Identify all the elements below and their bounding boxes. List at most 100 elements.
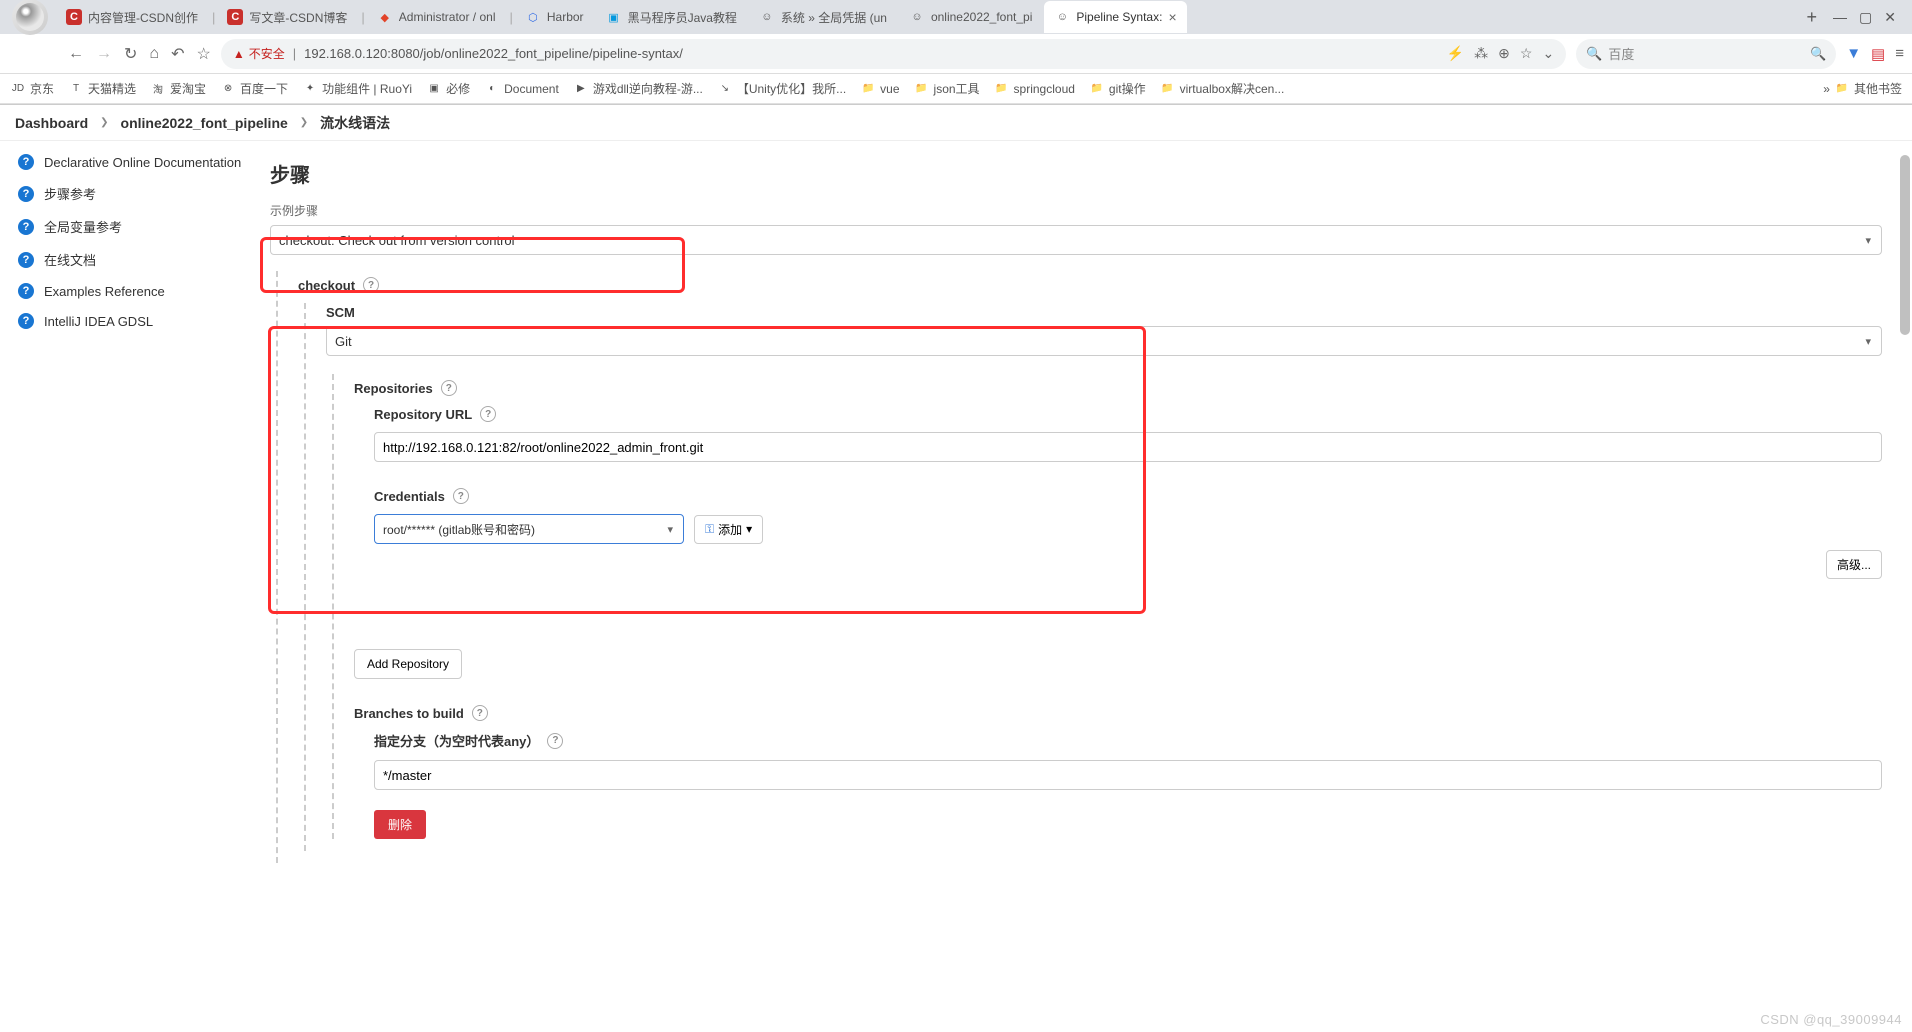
- sidebar-item-steps-ref[interactable]: ?步骤参考: [0, 177, 260, 210]
- browser-download-icon[interactable]: ▼: [1846, 45, 1861, 62]
- browser-tab[interactable]: ☺Pipeline Syntax:×: [1044, 1, 1186, 33]
- browser-tab[interactable]: C内容管理-CSDN创作: [56, 1, 208, 33]
- add-repository-button[interactable]: Add Repository: [354, 649, 462, 679]
- bookmark-item[interactable]: 淘爱淘宝: [150, 80, 206, 97]
- sidebar-item-global-vars[interactable]: ?全局变量参考: [0, 210, 260, 243]
- bookmark-item[interactable]: 📁springcloud: [994, 81, 1075, 97]
- bookmark-favicon: ▣: [426, 81, 442, 97]
- tab-close-icon[interactable]: ×: [1168, 9, 1176, 25]
- repo-url-input[interactable]: [374, 432, 1882, 462]
- address-separator: |: [293, 46, 296, 61]
- bookmarks-overflow[interactable]: » 📁 其他书签: [1823, 80, 1902, 97]
- browser-pdf-icon[interactable]: ▤: [1871, 45, 1885, 63]
- search-engine-icon: 🔍: [1586, 46, 1602, 62]
- sample-step-select[interactable]: checkout: Check out from version control: [270, 225, 1882, 255]
- bookmark-item[interactable]: 📁git操作: [1089, 80, 1146, 97]
- help-icon[interactable]: ?: [472, 705, 488, 721]
- sidebar-item-examples[interactable]: ?Examples Reference: [0, 276, 260, 306]
- bookmark-item[interactable]: ↘【Unity优化】我所...: [717, 80, 846, 97]
- credentials-select[interactable]: root/****** (gitlab账号和密码): [374, 514, 684, 544]
- window-maximize-icon[interactable]: ▢: [1859, 9, 1872, 26]
- vertical-scrollbar[interactable]: [1900, 155, 1910, 335]
- bookmark-item[interactable]: ✦功能组件 | RuoYi: [302, 80, 412, 97]
- bookmark-favicon: ↘: [717, 81, 733, 97]
- favicon: C: [66, 9, 82, 25]
- bookmark-item[interactable]: JD京东: [10, 80, 54, 97]
- favicon: ▣: [606, 9, 622, 25]
- tab-title: Pipeline Syntax:: [1076, 10, 1162, 24]
- breadcrumb: Dashboard ❯ online2022_font_pipeline ❯ 流…: [0, 105, 1912, 141]
- tab-separator: |: [507, 10, 514, 25]
- nav-forward-icon[interactable]: →: [96, 45, 112, 63]
- browser-tab[interactable]: ☺ 系统 » 全局凭据 (un: [749, 1, 897, 33]
- browser-tab[interactable]: ⬡Harbor: [515, 1, 594, 33]
- delete-button[interactable]: 删除: [374, 810, 426, 839]
- bookmark-item[interactable]: 📁virtualbox解决cen...: [1160, 80, 1285, 97]
- breadcrumb-dashboard[interactable]: Dashboard: [15, 115, 88, 131]
- nav-home-icon[interactable]: ⌂: [149, 45, 159, 63]
- bookmark-item[interactable]: ▣必修: [426, 80, 470, 97]
- sidebar-item-online-docs[interactable]: ?在线文档: [0, 243, 260, 276]
- branch-spec-input[interactable]: [374, 760, 1882, 790]
- scm-select[interactable]: Git: [326, 326, 1882, 356]
- favicon: C: [227, 9, 243, 25]
- window-minimize-icon[interactable]: —: [1833, 9, 1847, 26]
- sidebar-item-label: Declarative Online Documentation: [44, 155, 241, 170]
- browser-tab[interactable]: C写文章-CSDN博客: [217, 1, 357, 33]
- browser-tab[interactable]: ☺online2022_font_pi: [899, 1, 1042, 33]
- address-bar[interactable]: ▲ 不安全 | 192.168.0.120:8080/job/online202…: [221, 39, 1566, 69]
- page-title: 步骤: [270, 159, 1882, 188]
- bookmark-item[interactable]: T天猫精选: [68, 80, 136, 97]
- bookmark-item[interactable]: ▶游戏dll逆向教程-游...: [573, 80, 703, 97]
- nav-reload-icon[interactable]: ↻: [124, 44, 137, 64]
- window-close-icon[interactable]: ✕: [1884, 9, 1896, 26]
- advanced-button[interactable]: 高级...: [1826, 550, 1882, 579]
- tab-separator: |: [210, 10, 217, 25]
- sidebar-item-label: 全局变量参考: [44, 217, 122, 236]
- folder-icon: 📁: [860, 81, 876, 97]
- addr-flash-icon[interactable]: ⚡: [1447, 45, 1464, 62]
- search-submit-icon[interactable]: 🔍: [1810, 46, 1826, 62]
- bookmark-item[interactable]: ⊗百度一下: [220, 80, 288, 97]
- folder-icon: 📁: [1089, 81, 1105, 97]
- bookmark-favicon: T: [68, 81, 84, 97]
- profile-avatar[interactable]: [12, 0, 48, 35]
- browser-tab[interactable]: ◆Administrator / onl: [367, 1, 506, 33]
- nav-star-icon[interactable]: ☆: [196, 44, 210, 64]
- bookmark-label: 天猫精选: [88, 80, 136, 97]
- tab-title: 黑马程序员Java教程: [628, 9, 737, 26]
- sidebar-item-intellij[interactable]: ?IntelliJ IDEA GDSL: [0, 306, 260, 336]
- tab-title: 系统 » 全局凭据 (un: [781, 9, 887, 26]
- breadcrumb-job[interactable]: online2022_font_pipeline: [121, 115, 288, 131]
- nav-undo-icon[interactable]: ↶: [171, 44, 184, 64]
- browser-menu-icon[interactable]: ≡: [1895, 45, 1904, 62]
- addr-zoom-icon[interactable]: ⊕: [1498, 45, 1510, 62]
- nav-back-icon[interactable]: ←: [68, 45, 84, 63]
- help-icon[interactable]: ?: [480, 406, 496, 422]
- bookmark-favicon: ▶: [573, 81, 589, 97]
- bookmark-item[interactable]: ◐Document: [484, 81, 559, 97]
- help-icon[interactable]: ?: [441, 380, 457, 396]
- add-credentials-button[interactable]: ⚿添加 ▾: [694, 515, 763, 544]
- bookmark-item[interactable]: 📁json工具: [914, 80, 980, 97]
- browser-search-box[interactable]: 🔍 百度 🔍: [1576, 39, 1836, 69]
- bookmark-label: 游戏dll逆向教程-游...: [593, 80, 703, 97]
- bookmark-item[interactable]: 📁vue: [860, 81, 899, 97]
- help-icon[interactable]: ?: [453, 488, 469, 504]
- addr-bookmark-icon[interactable]: ☆: [1520, 45, 1533, 62]
- new-tab-button[interactable]: +: [1799, 3, 1826, 32]
- addr-translate-icon[interactable]: ⁂: [1474, 45, 1488, 62]
- tree-line: [332, 374, 346, 839]
- browser-tab[interactable]: ▣ 黑马程序员Java教程: [596, 1, 747, 33]
- breadcrumb-page[interactable]: 流水线语法: [320, 113, 390, 133]
- addr-dropdown-icon[interactable]: ⌄: [1542, 45, 1554, 62]
- help-icon[interactable]: ?: [547, 733, 563, 749]
- key-icon: ⚿: [705, 522, 714, 537]
- repo-url-label: Repository URL: [374, 407, 472, 422]
- bookmark-label: 必修: [446, 80, 470, 97]
- tab-title: Harbor: [547, 10, 584, 24]
- favicon: ☺: [759, 9, 775, 25]
- address-url: 192.168.0.120:8080/job/online2022_font_p…: [304, 46, 683, 61]
- sidebar-item-declarative-docs[interactable]: ?Declarative Online Documentation: [0, 147, 260, 177]
- help-icon[interactable]: ?: [363, 277, 379, 293]
